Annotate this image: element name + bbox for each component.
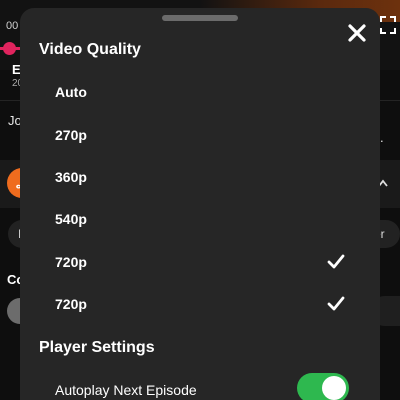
toggle-knob	[322, 376, 346, 400]
autoplay-setting-row: Autoplay Next Episode	[20, 372, 380, 400]
quality-option-label: 270p	[55, 127, 87, 143]
quality-option-label: 720p	[55, 296, 87, 312]
autoplay-toggle[interactable]	[297, 373, 349, 400]
quality-option-label: Auto	[55, 84, 87, 100]
quality-option-540p[interactable]: 540p	[20, 199, 380, 241]
settings-sheet: Video Quality Auto 270p 360p 540p 720p 7…	[20, 8, 380, 400]
fullscreen-icon[interactable]	[380, 16, 396, 34]
quality-option-auto[interactable]: Auto	[20, 72, 380, 114]
player-settings-title: Player Settings	[39, 339, 155, 356]
description-tail: .	[380, 130, 384, 145]
video-time: 00	[6, 20, 19, 32]
quality-option-360p[interactable]: 360p	[20, 157, 380, 199]
quality-option-720p-alt[interactable]: 720p	[20, 284, 380, 326]
quality-option-label: 360p	[55, 169, 87, 185]
drag-handle[interactable]	[162, 15, 238, 21]
scrub-handle[interactable]	[3, 42, 16, 55]
quality-option-270p[interactable]: 270p	[20, 115, 380, 157]
quality-option-label: 540p	[55, 211, 87, 227]
quality-option-720p[interactable]: 720p	[20, 242, 380, 284]
quality-option-label: 720p	[55, 254, 87, 270]
checkmark-icon	[327, 296, 345, 312]
checkmark-icon	[327, 254, 345, 270]
video-quality-title: Video Quality	[39, 41, 141, 58]
close-button[interactable]	[346, 22, 368, 44]
autoplay-label: Autoplay Next Episode	[55, 382, 197, 398]
close-icon	[348, 24, 366, 42]
